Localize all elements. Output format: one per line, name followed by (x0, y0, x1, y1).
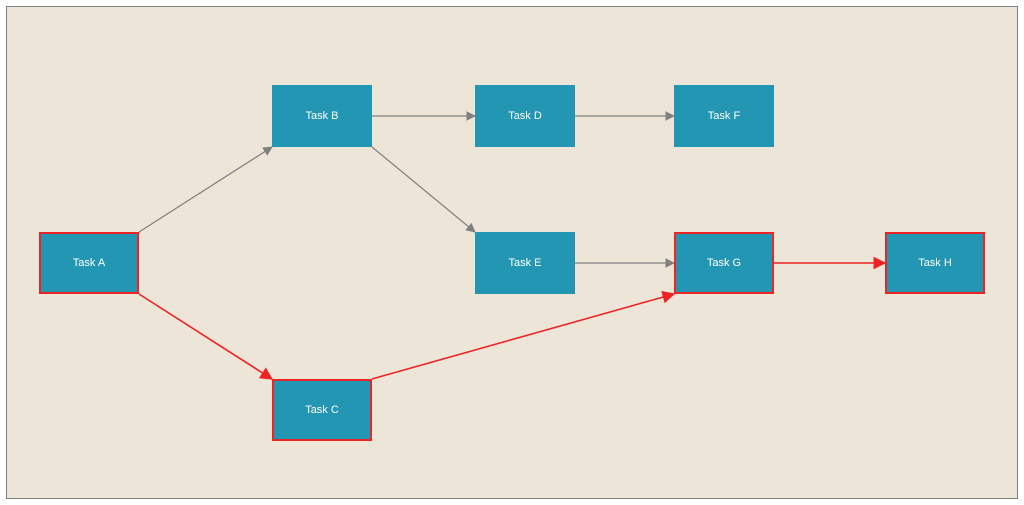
edge-a-b (139, 147, 272, 232)
node-label: Task E (508, 258, 541, 269)
node-label: Task H (918, 258, 952, 269)
node-task-c[interactable]: Task C (272, 379, 372, 441)
node-task-g[interactable]: Task G (674, 232, 774, 294)
node-task-f[interactable]: Task F (674, 85, 774, 147)
node-task-a[interactable]: Task A (39, 232, 139, 294)
diagram-canvas: Task A Task B Task C Task D Task E Task … (6, 6, 1018, 499)
node-label: Task F (708, 111, 740, 122)
node-label: Task C (305, 405, 339, 416)
node-task-h[interactable]: Task H (885, 232, 985, 294)
node-task-e[interactable]: Task E (475, 232, 575, 294)
edge-a-c (139, 294, 272, 379)
node-label: Task A (73, 258, 105, 269)
edge-c-g (372, 294, 674, 379)
node-label: Task G (707, 258, 741, 269)
node-label: Task D (508, 111, 542, 122)
node-task-b[interactable]: Task B (272, 85, 372, 147)
edge-b-e (372, 147, 475, 232)
node-label: Task B (305, 111, 338, 122)
node-task-d[interactable]: Task D (475, 85, 575, 147)
